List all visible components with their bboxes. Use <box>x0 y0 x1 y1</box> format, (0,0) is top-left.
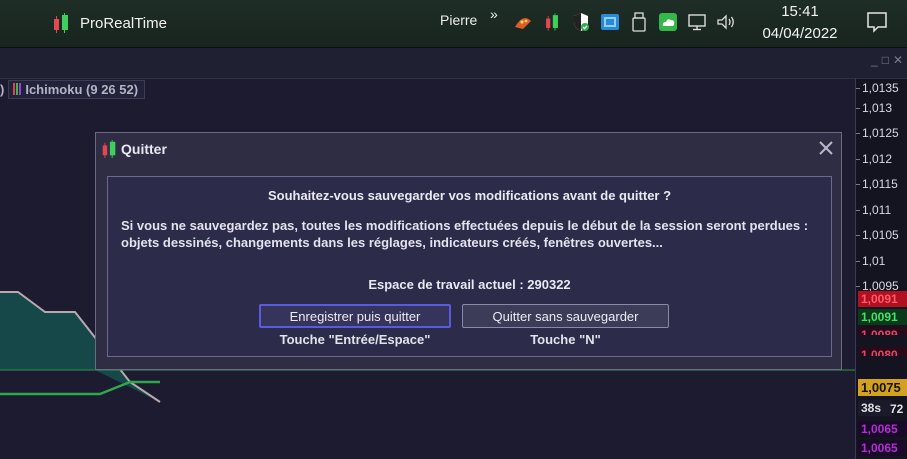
usb-drive-icon[interactable] <box>628 12 649 32</box>
price-badge: 1,0089 <box>858 327 907 335</box>
quit-dialog: Quitter Souhaitez-vous sauvegarder vos m… <box>95 132 842 370</box>
shield-icon[interactable] <box>570 12 591 32</box>
price-tick: 1,012 <box>855 152 893 166</box>
taskbar-app-name: ProRealTime <box>80 14 167 32</box>
taskbar-app-prorealtime[interactable]: ProRealTime <box>52 11 167 35</box>
green-cloud-icon[interactable] <box>657 12 678 32</box>
price-badge: 1,0080 <box>858 347 907 356</box>
price-tick: 1,013 <box>855 101 893 115</box>
dialog-titlebar[interactable]: Quitter <box>96 133 841 165</box>
price-tick: 1,0125 <box>856 126 899 140</box>
minimize-icon[interactable]: _ <box>871 53 878 67</box>
clock-time: 15:41 <box>781 3 819 20</box>
price-tick: 1,011 <box>855 203 892 217</box>
close-icon[interactable]: ✕ <box>893 53 903 67</box>
system-tray <box>512 10 736 34</box>
indicator-legend-prefix: ) <box>0 81 5 97</box>
taskbar-overflow-chevron-icon[interactable]: » <box>490 6 498 22</box>
prorealtime-icon[interactable] <box>541 12 562 32</box>
price-tick: 1,0105 <box>856 228 899 242</box>
notification-center-icon[interactable] <box>865 10 889 39</box>
price-tick: 1,01 <box>855 254 886 268</box>
quit-without-saving-button[interactable]: Quitter sans sauvegarder <box>462 304 669 328</box>
price-scale[interactable]: 1,0135 1,013 1,0125 1,012 1,0115 1,011 1… <box>855 79 907 459</box>
indicator-legend[interactable]: ) Ichimoku (9 26 52) <box>0 79 146 99</box>
ichimoku-color-bars-icon <box>13 83 22 95</box>
prorealtime-logo-icon <box>101 140 117 158</box>
price-badge: 1,0091 <box>858 309 907 325</box>
prorealtime-logo-icon <box>52 13 70 33</box>
app-toolbar-strip <box>0 48 907 79</box>
price-badge: 1,0065 <box>858 440 907 456</box>
save-and-quit-button[interactable]: Enregistrer puis quitter <box>259 304 451 328</box>
speaker-icon[interactable] <box>715 12 736 32</box>
quit-shortcut-hint: Touche "N" <box>530 332 601 347</box>
price-tick: 1,0135 <box>856 81 899 95</box>
clock-date: 04/04/2022 <box>762 25 838 42</box>
dialog-close-icon[interactable] <box>817 139 835 157</box>
save-shortcut-hint: Touche "Entrée/Espace" <box>279 332 431 347</box>
chart-window-controls: _ □ ✕ <box>871 53 903 67</box>
taskbar-user-name[interactable]: Pierre <box>440 12 477 28</box>
price-tick: 1,0115 <box>856 177 898 191</box>
current-price-badge: 1,0075 <box>858 379 907 396</box>
dialog-info-text: Si vous ne sauvegardez pas, toutes les m… <box>121 218 809 250</box>
price-badge: 1,0065 <box>858 421 907 437</box>
dialog-workspace-label: Espace de travail actuel : 290322 <box>368 277 571 292</box>
countdown-suffix: 72 <box>890 402 904 416</box>
price-badge: 1,0091 <box>858 291 907 307</box>
maximize-icon[interactable]: □ <box>882 53 889 67</box>
monitor-icon[interactable] <box>686 12 707 32</box>
pizza-slice-icon[interactable] <box>512 12 533 32</box>
dialog-title: Quitter <box>121 141 167 157</box>
taskbar: ProRealTime Pierre » 15:41 04/04/2022 <box>0 0 907 48</box>
ichimoku-tag[interactable]: Ichimoku (9 26 52) <box>8 79 146 99</box>
dialog-content-panel: Souhaitez-vous sauvegarder vos modificat… <box>107 176 832 357</box>
dialog-question: Souhaitez-vous sauvegarder vos modificat… <box>267 188 672 203</box>
network-adapter-icon[interactable] <box>599 12 620 32</box>
countdown-badge: 38s <box>858 400 892 416</box>
ichimoku-label: Ichimoku (9 26 52) <box>25 81 139 97</box>
taskbar-clock[interactable]: 15:41 04/04/2022 <box>750 2 850 42</box>
